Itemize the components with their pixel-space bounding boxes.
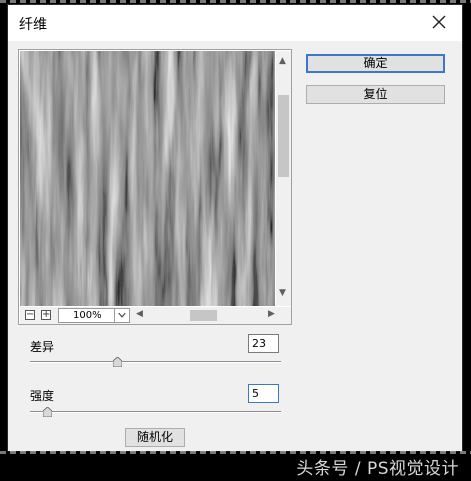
scroll-right-arrow-icon[interactable]: ▶ — [268, 310, 275, 319]
strength-input[interactable]: 5 — [248, 384, 279, 403]
variance-input[interactable]: 23 — [248, 334, 279, 353]
zoom-out-icon[interactable]: − — [25, 310, 35, 320]
reset-button[interactable]: 复位 — [306, 85, 445, 104]
scroll-up-arrow-icon[interactable]: ▲ — [279, 57, 286, 66]
strength-slider-track[interactable] — [30, 407, 281, 417]
preview-toolbar: − + 100% ◀ ▶ — [20, 307, 291, 324]
close-icon[interactable] — [430, 13, 448, 31]
top-edge-marquee — [0, 0, 471, 3]
title-bar: 纤维 — [8, 5, 462, 41]
fiber-preview-image[interactable] — [20, 51, 275, 306]
horizontal-scroll-thumb[interactable] — [190, 310, 217, 321]
variance-label: 差异 — [30, 340, 55, 354]
strength-slider-thumb[interactable] — [43, 407, 53, 417]
strength-label: 强度 — [30, 389, 55, 403]
ok-button[interactable]: 确定 — [306, 54, 445, 73]
preview-vertical-scrollbar[interactable]: ▲ ▼ — [276, 51, 291, 306]
preview-panel: ▲ ▼ − + 100% ◀ ▶ — [18, 49, 292, 325]
variance-slider-track[interactable] — [30, 357, 281, 367]
variance-slider-thumb[interactable] — [113, 357, 123, 367]
dialog-title: 纤维 — [19, 17, 47, 33]
scroll-left-arrow-icon[interactable]: ◀ — [136, 310, 143, 319]
fibers-filter-dialog: 纤维 ▲ ▼ − + 100% ◀ ▶ 确定 复位 差异 23 强度 5 随机化 — [7, 4, 463, 452]
chevron-down-icon[interactable] — [114, 309, 129, 322]
watermark-text: 头条号 / PS视觉设计 — [296, 459, 459, 479]
zoom-select[interactable]: 100% — [58, 308, 130, 323]
scroll-down-arrow-icon[interactable]: ▼ — [279, 289, 286, 298]
randomize-button[interactable]: 随机化 — [125, 428, 185, 447]
vertical-scroll-thumb[interactable] — [278, 95, 289, 177]
fiber-texture — [20, 51, 275, 306]
zoom-value: 100% — [73, 310, 102, 321]
zoom-in-icon[interactable]: + — [41, 310, 51, 320]
